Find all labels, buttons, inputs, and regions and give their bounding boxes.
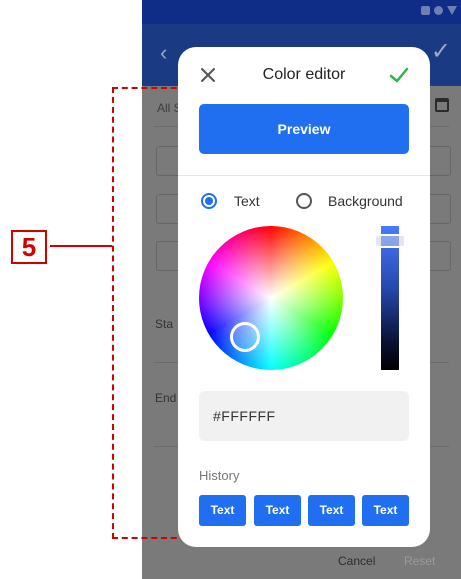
history-label: History	[199, 468, 240, 483]
status-bar	[142, 0, 461, 24]
calendar-icon[interactable]	[435, 98, 449, 112]
divider	[178, 175, 430, 176]
status-icons	[421, 6, 457, 15]
callout-number: 5	[11, 230, 47, 264]
color-wheel[interactable]	[199, 226, 343, 370]
check-icon[interactable]	[388, 65, 410, 85]
radio-background-label: Background	[328, 193, 403, 209]
brightness-slider-handle[interactable]	[374, 234, 406, 248]
history-swatch[interactable]: Text	[308, 495, 355, 526]
preview-button[interactable]: Preview	[199, 104, 409, 154]
history-swatch[interactable]: Text	[199, 495, 246, 526]
wifi-icon	[447, 6, 457, 15]
radio-selected-icon[interactable]	[201, 193, 217, 209]
radio-text[interactable]: Text	[201, 193, 260, 209]
check-icon[interactable]: ✓	[431, 40, 451, 64]
battery-icon	[434, 6, 443, 15]
back-icon[interactable]: ‹	[160, 42, 167, 64]
radio-background[interactable]: Background	[296, 193, 403, 209]
radio-unselected-icon[interactable]	[296, 193, 312, 209]
hex-color-input[interactable]: #FFFFFF	[199, 391, 409, 441]
cancel-button[interactable]: Cancel	[338, 554, 375, 568]
color-wheel-handle[interactable]	[230, 322, 260, 352]
signal-icon	[421, 6, 430, 15]
reset-button[interactable]: Reset	[404, 554, 435, 568]
radio-text-label: Text	[234, 193, 260, 209]
history-swatch[interactable]: Text	[362, 495, 409, 526]
callout-connector	[50, 245, 112, 247]
color-editor-dialog: Color editor Preview Text Background #FF…	[178, 47, 430, 547]
history-swatch[interactable]: Text	[254, 495, 301, 526]
